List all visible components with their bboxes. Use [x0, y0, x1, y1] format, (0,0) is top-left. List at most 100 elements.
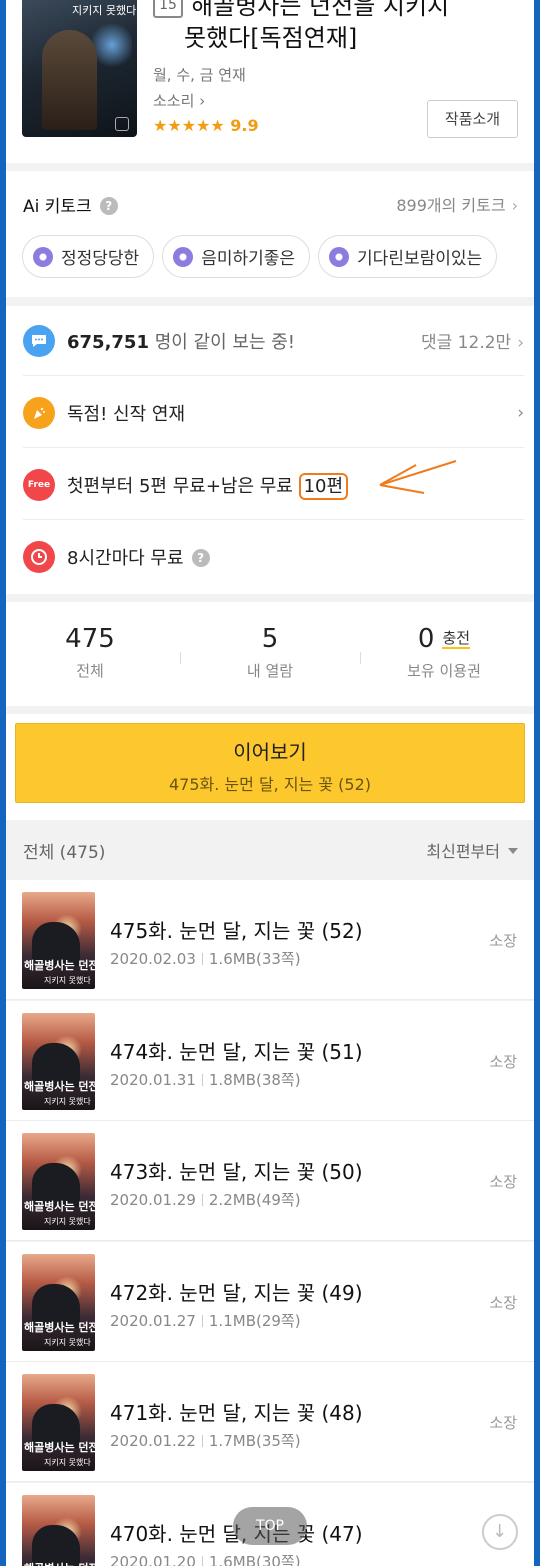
clock-icon: [23, 541, 55, 573]
episode-title: 472화. 눈먼 달, 지는 꽃 (49): [110, 1280, 363, 1305]
episode-size: 1.1MB(29쪽): [208, 1311, 301, 1330]
author-name: 소소리: [153, 92, 195, 110]
continue-episode: 475화. 눈먼 달, 지는 꽃 (52): [168, 775, 372, 794]
series-intro-button[interactable]: 작품소개: [427, 100, 518, 138]
episode-list-header: 전체 (475) 최신편부터: [6, 820, 534, 878]
keytalk-chip[interactable]: 정정당당한: [22, 235, 155, 278]
free-episodes-label: 첫편부터 5편 무료+남은 무료: [67, 475, 299, 497]
episode-row[interactable]: 해골병사는 던전을지키지 못했다 472화. 눈먼 달, 지는 꽃 (49) 202…: [6, 1241, 534, 1362]
viewers-label: 명이 같이 보는 중!: [148, 331, 296, 353]
episode-title: 475화. 눈먼 달, 지는 꽃 (52): [110, 919, 363, 943]
episode-thumbnail: 해골병사는 던전을지키지 못했다: [22, 1494, 95, 1566]
keytalk-chip[interactable]: 기다린보람이있는: [318, 235, 498, 278]
help-icon[interactable]: ?: [99, 197, 118, 215]
cover-title: 지키지 못했다: [72, 4, 137, 17]
series-cover-image: 지키지 못했다: [22, 0, 137, 137]
episode-meta: 2020.01.22 1.7MB(35쪽): [110, 1430, 301, 1451]
episode-size: 2.2MB(49쪽): [208, 1191, 301, 1209]
episode-size: 1.6MB(33쪽): [208, 950, 301, 968]
episode-date: 2020.01.31: [110, 1070, 196, 1089]
episode-size: 1.8MB(38쪽): [208, 1070, 301, 1089]
viewers-count: 675,751: [67, 331, 149, 353]
keytalk-chip[interactable]: 음미하기좋은: [162, 235, 311, 278]
thumbnail-title: 해골병사는 던전을: [24, 1560, 95, 1566]
episode-size: 1.6MB(30쪽): [208, 1552, 301, 1566]
episode-meta: 2020.02.03 1.6MB(33쪽): [110, 948, 301, 969]
thumbnail-subtitle: 지키지 못했다: [44, 1096, 91, 1106]
free-episodes-highlight: 10편: [298, 472, 349, 500]
keytalk-disc-icon: [33, 246, 53, 267]
publish-schedule: 월, 수, 금 연재: [153, 66, 246, 84]
charge-tickets-link[interactable]: 충전: [442, 629, 471, 649]
episode-row[interactable]: 해골병사는 던전을지키지 못했다 473화. 눈먼 달, 지는 꽃 (50) 202…: [6, 1121, 534, 1241]
episode-meta: 2020.01.31 1.8MB(38쪽): [110, 1069, 301, 1090]
viewers-row[interactable]: 675,751 명이 같이 보는 중! 댓글 12.2만 ›: [23, 306, 524, 376]
episode-size: 1.7MB(35쪽): [208, 1432, 301, 1450]
episode-total-label: 전체 (475): [23, 843, 106, 863]
series-title-line2: 못했다[독점연재]: [184, 24, 358, 52]
episode-meta: 2020.01.20 1.6MB(30쪽): [110, 1551, 301, 1566]
episode-title: 474화. 눈먼 달, 지는 꽃 (51): [110, 1039, 363, 1064]
help-icon[interactable]: ?: [191, 549, 210, 567]
series-header: 지키지 못했다 15 해골병사는 던전을 지키지 못했다[독점연재] 월, 수,…: [6, 0, 534, 163]
series-info-list: 675,751 명이 같이 보는 중! 댓글 12.2만 › 독점! 신작 연재 …: [6, 306, 534, 594]
thumbnail-subtitle: 지키지 못했다: [44, 976, 91, 985]
episode-title: 471화. 눈먼 달, 지는 꽃 (48): [110, 1401, 363, 1425]
episode-date: 2020.01.29: [110, 1191, 196, 1209]
episode-meta: 2020.01.29 2.2MB(49쪽): [110, 1189, 301, 1210]
owned-badge: 소장: [489, 1414, 517, 1432]
exclusive-row[interactable]: 독점! 신작 연재 ›: [23, 378, 524, 448]
thumbnail-subtitle: 지키지 못했다: [44, 1458, 91, 1467]
episode-date: 2020.01.27: [110, 1311, 196, 1330]
ai-keytalk-section: Ai 키토크? 899개의 키토크 › 정정당당한 음미하기좋은 기다린보람이있는: [6, 171, 534, 297]
star-rating-icon: ★★★★★: [153, 116, 225, 135]
episode-thumbnail: 해골병사는 던전을지키지 못했다: [22, 892, 95, 989]
keytalk-disc-icon: [329, 246, 350, 267]
stat-tickets: 0 충전 보유 이용권: [407, 624, 481, 680]
thumbnail-title: 해골병사는 던전을: [24, 1441, 95, 1454]
episode-date: 2020.01.20: [110, 1552, 196, 1566]
keytalk-chip-list: 정정당당한 음미하기좋은 기다린보람이있는: [22, 235, 498, 278]
author-link[interactable]: 소소리 ›: [153, 90, 205, 111]
keytalk-disc-icon: [173, 246, 194, 267]
episode-thumbnail: 해골병사는 던전을지키지 못했다: [22, 1253, 95, 1351]
episode-row[interactable]: 해골병사는 던전을지키지 못했다 475화. 눈먼 달, 지는 꽃 (52) 202…: [6, 880, 534, 1000]
timer-free-row: 8시간마다 무료?: [23, 522, 524, 592]
episode-thumbnail: 해골병사는 던전을지키지 못했다: [22, 1374, 95, 1471]
chevron-right-icon: ›: [199, 92, 206, 110]
thumbnail-title: 해골병사는 던전을: [24, 959, 95, 972]
episode-row[interactable]: 해골병사는 던전을지키지 못했다 471화. 눈먼 달, 지는 꽃 (48) 202…: [6, 1362, 534, 1482]
party-popper-icon: [23, 396, 55, 429]
chevron-right-icon: ›: [517, 402, 524, 423]
stat-total: 475 전체: [65, 624, 115, 680]
ai-keytalk-title: Ai 키토크?: [23, 192, 118, 217]
continue-reading-button[interactable]: 이어보기 475화. 눈먼 달, 지는 꽃 (52): [15, 723, 525, 803]
timer-free-label: 8시간마다 무료: [67, 548, 184, 569]
stat-opened: 5 내 열람: [246, 624, 294, 680]
sort-dropdown[interactable]: 최신편부터: [426, 838, 518, 862]
app-screen: 지키지 못했다 15 해골병사는 던전을 지키지 못했다[독점연재] 월, 수,…: [6, 0, 534, 1566]
chevron-down-icon: [508, 848, 518, 854]
keytalk-count-link[interactable]: 899개의 키토크 ›: [396, 192, 518, 216]
scroll-top-button[interactable]: TOP: [233, 1507, 307, 1545]
episode-date: 2020.01.22: [110, 1432, 196, 1450]
download-button[interactable]: ↓: [482, 1514, 518, 1550]
thumbnail-title: 해골병사는 던전을: [24, 1200, 95, 1213]
owned-badge: 소장: [489, 1173, 517, 1191]
download-icon: ↓: [492, 1521, 508, 1542]
continue-section: 이어보기 475화. 눈먼 달, 지는 꽃 (52): [6, 714, 534, 820]
comments-link[interactable]: 댓글 12.2만 ›: [421, 328, 524, 353]
chevron-right-icon: ›: [511, 196, 518, 215]
series-stats: 475 전체 5 내 열람 0 충전 보유 이용권: [6, 602, 534, 706]
chat-bubble-icon: [23, 324, 55, 357]
owned-badge: 소장: [489, 1052, 517, 1071]
episode-row[interactable]: 해골병사는 던전을지키지 못했다 474화. 눈먼 달, 지는 꽃 (51) 202…: [6, 1000, 534, 1121]
chevron-right-icon: ›: [517, 333, 524, 353]
rating-value: 9.9: [230, 116, 259, 135]
annotation-arrow-icon: [379, 460, 457, 494]
episode-meta: 2020.01.27 1.1MB(29쪽): [110, 1310, 301, 1331]
exclusive-label: 독점! 신작 연재: [67, 403, 186, 425]
episode-thumbnail: 해골병사는 던전을지키지 못했다: [22, 1012, 95, 1110]
thumbnail-title: 해골병사는 던전을: [24, 1320, 95, 1334]
thumbnail-subtitle: 지키지 못했다: [44, 1217, 91, 1226]
